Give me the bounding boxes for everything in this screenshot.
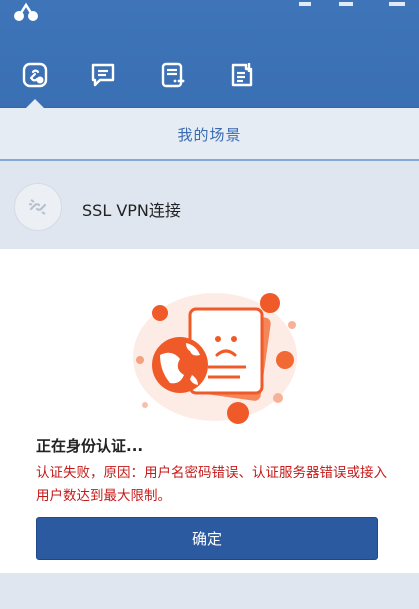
confirm-button[interactable]: 确定 xyxy=(36,517,378,560)
error-illustration xyxy=(133,293,297,424)
scene-item-ssl-vpn[interactable]: SSL VPN连接 xyxy=(0,161,419,249)
active-tab-indicator xyxy=(26,99,44,108)
link-scene-icon xyxy=(22,62,48,88)
app-header xyxy=(0,0,419,108)
tab-list[interactable] xyxy=(158,60,188,90)
app-logo-icon xyxy=(14,2,38,21)
window-controls xyxy=(279,0,419,16)
maximize-button[interactable] xyxy=(339,2,353,6)
document-icon xyxy=(231,63,253,87)
tab-scenes[interactable] xyxy=(20,60,50,90)
auth-error-message: 认证失败，原因：用户名密码错误、认证服务器错误或接入用户数达到最大限制。 xyxy=(36,465,387,504)
auth-status-title: 正在身份认证... xyxy=(36,437,144,455)
tab-documents[interactable] xyxy=(228,60,258,90)
list-icon xyxy=(161,62,185,88)
chat-icon xyxy=(91,63,115,87)
scene-section-title: 我的场景 xyxy=(0,108,419,160)
ssl-vpn-label: SSL VPN连接 xyxy=(82,201,181,220)
minimize-button[interactable] xyxy=(299,2,311,6)
auth-status-panel: 正在身份认证... 认证失败，原因：用户名密码错误、认证服务器错误或接入用户数达… xyxy=(0,249,419,573)
close-button[interactable] xyxy=(389,2,405,6)
broken-link-icon xyxy=(14,183,62,231)
footer-bar xyxy=(0,573,419,609)
tab-messages[interactable] xyxy=(88,60,118,90)
